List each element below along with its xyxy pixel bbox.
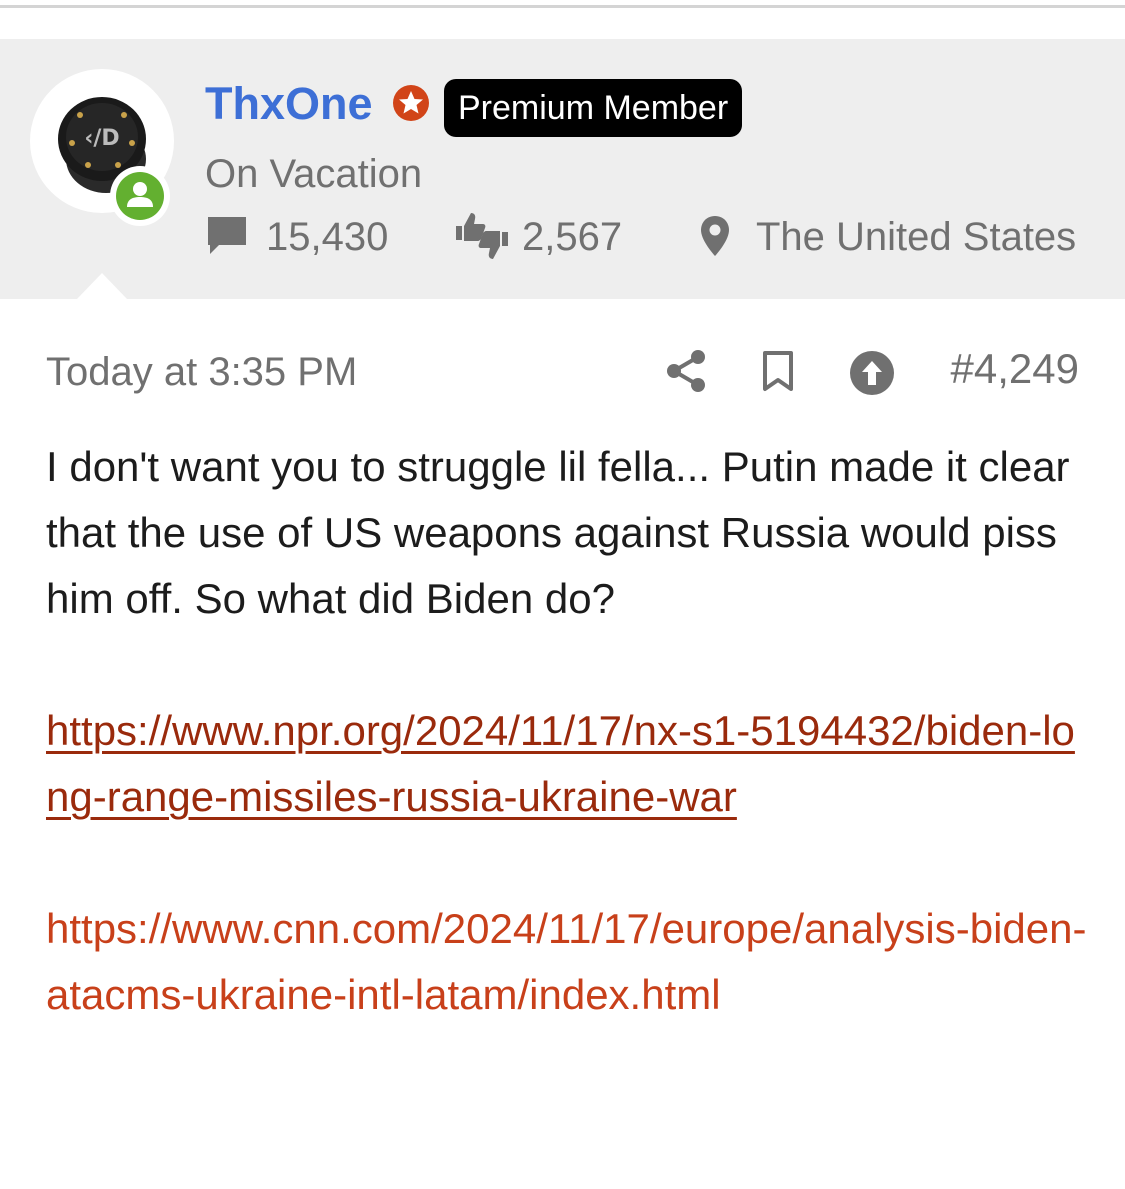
post-text: I don't want you to struggle lil fella..… [46, 443, 1070, 622]
username[interactable]: ThxOne [205, 76, 373, 132]
share-icon[interactable] [664, 349, 708, 398]
upvote-icon[interactable] [849, 350, 895, 401]
user-online-icon [116, 172, 164, 220]
message-icon [205, 214, 249, 263]
reaction-score: 2,567 [522, 215, 623, 259]
panel-pointer [76, 273, 128, 300]
top-divider [0, 0, 1125, 8]
message-count: 15,430 [266, 215, 389, 259]
online-status-badge [110, 166, 170, 226]
user-status: On Vacation [205, 152, 423, 196]
npr-link[interactable]: https://www.npr.org/2024/11/17/nx-s1-519… [46, 707, 1075, 820]
post-timestamp[interactable]: Today at 3:35 PM [46, 346, 357, 398]
svg-text:‹/D: ‹/D [84, 126, 119, 151]
bookmark-icon[interactable] [760, 350, 796, 397]
user-location[interactable]: The United States [756, 210, 1076, 264]
cnn-link[interactable]: https://www.cnn.com/2024/11/17/europe/an… [46, 905, 1086, 1018]
post-number[interactable]: #4,249 [951, 342, 1079, 396]
thumbs-up-down-icon [454, 210, 510, 267]
location-pin-icon [698, 214, 732, 263]
premium-member-badge: Premium Member [444, 79, 743, 137]
star-badge-icon [392, 84, 430, 122]
post-body: I don't want you to struggle lil fella..… [46, 434, 1091, 1028]
